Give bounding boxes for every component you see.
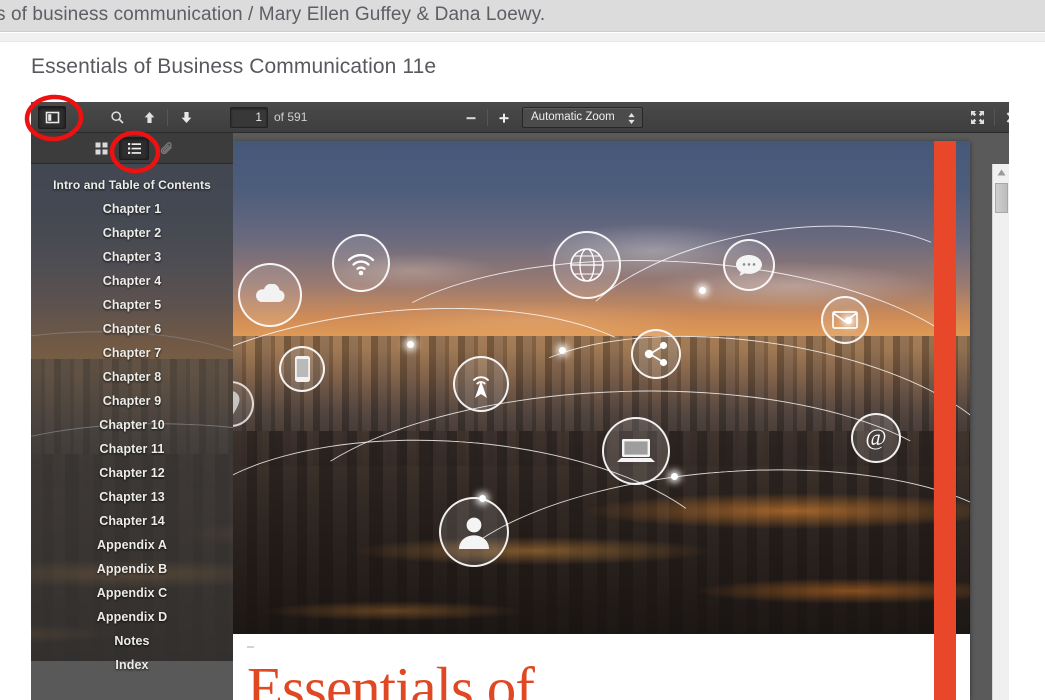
outline-item[interactable]: Chapter 7 bbox=[31, 341, 233, 365]
globe-icon bbox=[553, 231, 621, 299]
outline-item[interactable]: Intro and Table of Contents bbox=[31, 173, 233, 197]
outline-item[interactable]: Chapter 4 bbox=[31, 269, 233, 293]
breadcrumb-bar: s of business communication / Mary Ellen… bbox=[0, 0, 1045, 32]
envelope-icon bbox=[821, 296, 869, 344]
pdf-viewer: 1 of 591 Automatic Zoom bbox=[31, 102, 1009, 700]
sidebar-tab-bar bbox=[31, 133, 233, 164]
header-divider bbox=[0, 33, 1045, 42]
arrow-down-icon bbox=[179, 110, 194, 125]
outline-item[interactable]: Appendix B bbox=[31, 557, 233, 581]
cover-accent-stripe bbox=[934, 141, 956, 634]
outline-item[interactable]: Appendix A bbox=[31, 533, 233, 557]
outline-item[interactable]: Chapter 3 bbox=[31, 245, 233, 269]
network-node-spark bbox=[559, 347, 566, 354]
svg-text:@: @ bbox=[865, 425, 886, 450]
triangle-up-icon bbox=[997, 169, 1006, 176]
outline-item[interactable]: Chapter 5 bbox=[31, 293, 233, 317]
page-count-label: of 591 bbox=[274, 107, 307, 128]
network-node-spark bbox=[671, 473, 678, 480]
network-node-spark bbox=[699, 287, 706, 294]
zoom-select-value: Automatic Zoom bbox=[531, 108, 642, 127]
zoom-out-button[interactable] bbox=[459, 106, 483, 129]
next-page-button[interactable] bbox=[173, 106, 199, 129]
sidebar-tab-attachments[interactable] bbox=[152, 137, 182, 160]
outline-item[interactable]: Chapter 11 bbox=[31, 437, 233, 461]
pdf-toolbar: 1 of 591 Automatic Zoom bbox=[31, 102, 1009, 133]
outline-item[interactable]: Appendix D bbox=[31, 605, 233, 629]
fullscreen-icon bbox=[970, 110, 985, 125]
mobile-phone-icon bbox=[279, 346, 325, 392]
paperclip-icon bbox=[159, 141, 175, 157]
vertical-scrollbar[interactable] bbox=[992, 164, 1009, 700]
sidebar-tab-thumbnails[interactable] bbox=[86, 137, 116, 160]
plus-icon bbox=[497, 111, 511, 125]
toolbar-separator bbox=[994, 109, 995, 126]
grid-icon bbox=[94, 141, 109, 156]
find-button[interactable] bbox=[104, 106, 130, 129]
minus-icon bbox=[464, 111, 478, 125]
document-outline-list[interactable]: Intro and Table of ContentsChapter 1Chap… bbox=[31, 164, 233, 700]
toolbar-separator bbox=[167, 109, 168, 126]
outline-item[interactable]: Chapter 2 bbox=[31, 221, 233, 245]
chevron-updown-icon bbox=[627, 111, 636, 126]
cover-accent-stripe-lower bbox=[934, 634, 956, 700]
scroll-up-button[interactable] bbox=[993, 164, 1009, 181]
zoom-select[interactable]: Automatic Zoom bbox=[522, 107, 643, 128]
outline-item[interactable]: Chapter 1 bbox=[31, 197, 233, 221]
network-node-spark bbox=[407, 341, 414, 348]
zoom-in-button[interactable] bbox=[492, 106, 516, 129]
cover-image: @ bbox=[233, 141, 970, 634]
outline-item[interactable]: Chapter 12 bbox=[31, 461, 233, 485]
outline-item[interactable]: Chapter 9 bbox=[31, 389, 233, 413]
cloud-icon bbox=[238, 263, 302, 327]
wifi-icon bbox=[332, 234, 390, 292]
scrollbar-thumb[interactable] bbox=[995, 183, 1008, 213]
outline-item[interactable]: Chapter 10 bbox=[31, 413, 233, 437]
cover-title-text: Essentials of bbox=[247, 654, 534, 700]
user-avatar-icon bbox=[439, 497, 509, 567]
share-nodes-icon bbox=[631, 329, 681, 379]
arrow-up-icon bbox=[142, 110, 157, 125]
laptop-icon bbox=[602, 417, 670, 485]
page-number-input[interactable]: 1 bbox=[230, 107, 268, 128]
pdf-sidebar: Intro and Table of ContentsChapter 1Chap… bbox=[31, 133, 233, 700]
at-sign-icon: @ bbox=[851, 413, 901, 463]
search-icon bbox=[110, 110, 125, 125]
presentation-mode-button[interactable] bbox=[965, 106, 989, 129]
outline-item[interactable]: Index bbox=[31, 653, 233, 677]
outline-item[interactable]: Chapter 14 bbox=[31, 509, 233, 533]
breadcrumb: s of business communication / Mary Ellen… bbox=[0, 0, 545, 30]
pdf-body: @ Essentials of bbox=[31, 133, 1009, 700]
toolbar-separator bbox=[487, 109, 488, 126]
outline-list-icon bbox=[127, 141, 142, 156]
previous-page-button[interactable] bbox=[136, 106, 162, 129]
sidebar-toggle-button[interactable] bbox=[38, 106, 66, 129]
sidebar-icon bbox=[45, 110, 60, 125]
outline-item[interactable]: Appendix C bbox=[31, 581, 233, 605]
outline-item[interactable]: Chapter 6 bbox=[31, 317, 233, 341]
outline-item[interactable]: Chapter 13 bbox=[31, 485, 233, 509]
sidebar-tab-outline[interactable] bbox=[119, 137, 149, 160]
tools-menu-button[interactable] bbox=[1001, 106, 1009, 129]
page-title: Essentials of Business Communication 11e bbox=[31, 55, 436, 79]
cover-rule-mark bbox=[247, 646, 254, 648]
outline-item[interactable]: Chapter 8 bbox=[31, 365, 233, 389]
chevron-double-right-icon bbox=[1005, 110, 1010, 125]
document-page[interactable]: @ Essentials of bbox=[233, 141, 970, 700]
chat-bubble-icon bbox=[723, 239, 775, 291]
broadcast-tower-icon bbox=[453, 356, 509, 412]
outline-item[interactable]: Notes bbox=[31, 629, 233, 653]
